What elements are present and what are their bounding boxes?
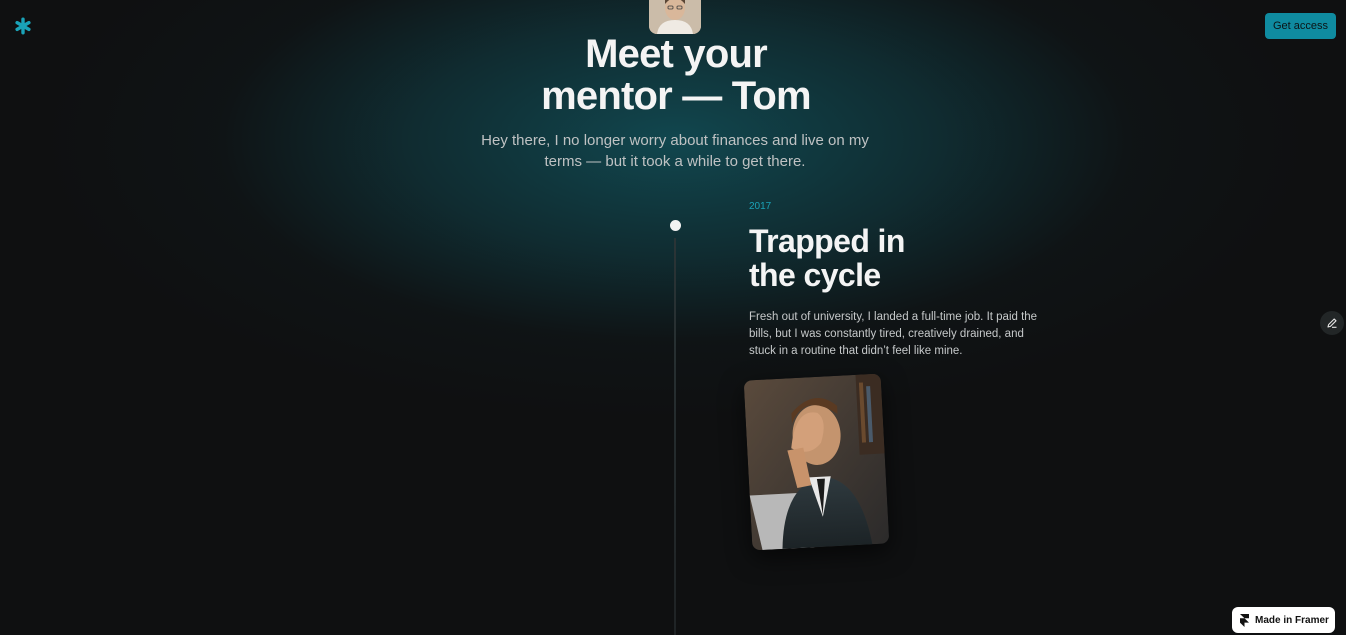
- timeline-title-line1: Trapped in: [749, 223, 905, 259]
- timeline-dot: [670, 220, 681, 231]
- get-access-button[interactable]: Get access: [1265, 13, 1336, 39]
- hero-title-line1: Meet your: [585, 32, 768, 76]
- timeline-year: 2017: [749, 201, 772, 212]
- stressed-man-photo: [743, 373, 890, 551]
- timeline-line: [674, 238, 676, 635]
- timeline-entry-title: Trapped in the cycle: [749, 224, 989, 292]
- timeline-entry-body: Fresh out of university, I landed a full…: [749, 311, 1038, 357]
- framer-logo-icon: [1240, 613, 1249, 627]
- mentor-avatar: [649, 0, 701, 34]
- timeline-title-line2: the cycle: [749, 257, 881, 293]
- hero-title: Meet your mentor — Tom: [476, 33, 876, 117]
- hero-subtitle: Hey there, I no longer worry about finan…: [481, 132, 869, 170]
- asterisk-logo-icon[interactable]: [14, 17, 32, 35]
- hero-title-line2: mentor — Tom: [541, 74, 811, 118]
- pencil-icon: [1327, 318, 1337, 328]
- edit-button[interactable]: [1320, 311, 1344, 335]
- badge-label: Made in Framer: [1255, 614, 1329, 626]
- made-in-framer-badge[interactable]: Made in Framer: [1232, 607, 1335, 633]
